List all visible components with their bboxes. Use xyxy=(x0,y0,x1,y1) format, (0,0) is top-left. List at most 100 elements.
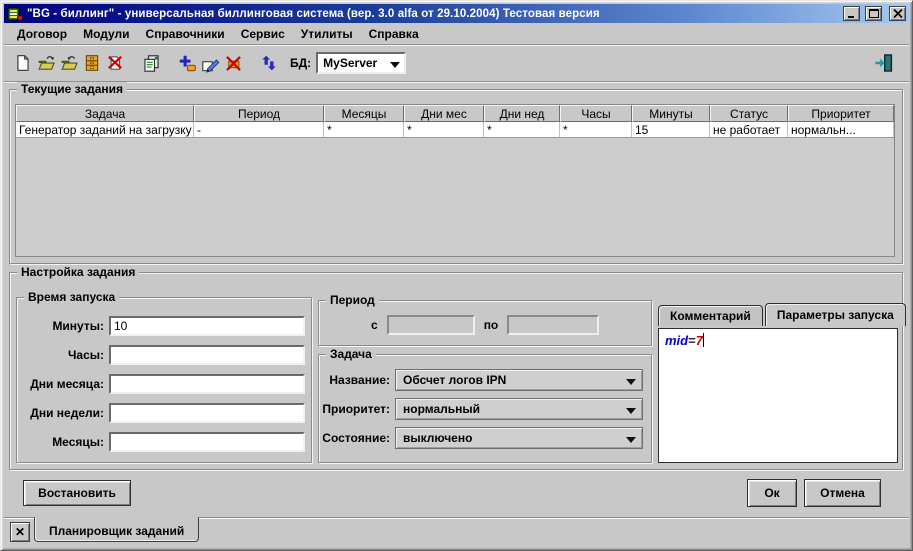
chevron-down-icon xyxy=(390,62,400,73)
column-header-minutes[interactable]: Минуты xyxy=(632,105,710,122)
open-folder-alt-button[interactable] xyxy=(58,52,80,74)
toolbar: БД: MyServer xyxy=(4,46,909,80)
task-state-combobox[interactable]: выключено xyxy=(395,427,643,449)
period-group: Период с по xyxy=(318,300,652,346)
months-field[interactable] xyxy=(109,432,305,452)
delete-item-icon xyxy=(224,54,243,73)
param-value: 7 xyxy=(696,333,703,348)
chevron-down-icon xyxy=(626,437,636,448)
tasks-panel-title: Текущие задания xyxy=(17,82,127,97)
menu-item-dogovor[interactable]: Договор xyxy=(9,24,75,44)
close-tab-icon: ✕ xyxy=(15,525,25,539)
copy-button[interactable] xyxy=(140,52,162,74)
app-icon xyxy=(7,6,23,22)
hours-label: Часы: xyxy=(17,348,109,362)
run-time-group: Время запуска Минуты: Часы: Дни месяца: … xyxy=(16,297,312,463)
task-group-title: Задача xyxy=(326,347,376,362)
db-server-value: MyServer xyxy=(323,56,377,70)
tab-comment[interactable]: Комментарий xyxy=(658,305,763,326)
column-header-weekdays[interactable]: Дни нед xyxy=(484,105,560,122)
menu-item-moduli[interactable]: Модули xyxy=(75,24,137,44)
title-bar[interactable]: "BG - биллинг" - универсальная биллингов… xyxy=(4,4,909,23)
menu-bar: Договор Модули Справочники Сервис Утилит… xyxy=(4,23,909,44)
cell-months: * xyxy=(324,122,404,137)
tab-scheduler[interactable]: Планировщик заданий xyxy=(34,517,199,542)
delete-item-button[interactable] xyxy=(222,52,244,74)
minimize-icon xyxy=(846,8,858,19)
restore-button[interactable]: Востановить xyxy=(23,480,131,506)
cell-weekdays: * xyxy=(484,122,560,137)
new-document-button[interactable] xyxy=(12,52,34,74)
column-header-status[interactable]: Статус xyxy=(710,105,788,122)
cell-monthdays: * xyxy=(404,122,484,137)
column-header-hours[interactable]: Часы xyxy=(560,105,632,122)
menu-item-servis[interactable]: Сервис xyxy=(233,24,293,44)
run-time-title: Время запуска xyxy=(24,290,119,305)
menu-item-spravka[interactable]: Справка xyxy=(361,24,427,44)
table-row[interactable]: Генератор заданий на загрузку л... - * *… xyxy=(16,122,894,138)
tasks-table: Задача Период Месяцы Дни мес Дни нед Час… xyxy=(15,104,895,257)
cell-status: не работает xyxy=(710,122,788,137)
task-priority-combobox[interactable]: нормальный xyxy=(395,398,643,420)
tab-launch-params[interactable]: Параметры запуска xyxy=(765,303,906,326)
copy-icon xyxy=(142,54,161,73)
cancel-button[interactable]: Отмена xyxy=(804,479,881,507)
column-header-priority[interactable]: Приоритет xyxy=(788,105,894,122)
task-priority-label: Приоритет: xyxy=(319,402,395,416)
edit-item-button[interactable] xyxy=(199,52,221,74)
menu-item-utility[interactable]: Утилиты xyxy=(293,24,361,44)
open-folder-button[interactable] xyxy=(35,52,57,74)
cell-hours: * xyxy=(560,122,632,137)
add-item-button[interactable] xyxy=(176,52,198,74)
cell-minutes: 15 xyxy=(632,122,710,137)
maximize-button[interactable] xyxy=(865,6,882,21)
maximize-icon xyxy=(868,8,880,19)
tasks-table-header: Задача Период Месяцы Дни мес Дни нед Час… xyxy=(16,105,894,122)
task-state-label: Состояние: xyxy=(319,431,395,445)
tasks-panel: Текущие задания Задача Период Месяцы Дни… xyxy=(9,89,903,264)
hours-field[interactable] xyxy=(109,345,305,365)
param-equals: = xyxy=(688,333,696,348)
week-days-field[interactable] xyxy=(109,403,305,423)
period-to-label: по xyxy=(484,318,499,332)
column-header-task[interactable]: Задача xyxy=(16,105,194,122)
archive-drawers-button[interactable] xyxy=(81,52,103,74)
close-tab-button[interactable]: ✕ xyxy=(10,522,30,542)
task-priority-value: нормальный xyxy=(403,402,480,416)
task-name-combobox[interactable]: Обсчет логов IPN xyxy=(395,369,643,391)
chevron-down-icon xyxy=(626,408,636,419)
months-label: Месяцы: xyxy=(17,435,109,449)
db-server-combobox[interactable]: MyServer xyxy=(316,52,406,74)
cell-task: Генератор заданий на загрузку л... xyxy=(16,122,194,137)
settings-panel-title: Настройка задания xyxy=(17,265,139,280)
month-days-label: Дни месяца: xyxy=(17,377,109,391)
minimize-button[interactable] xyxy=(843,6,860,21)
period-from-field[interactable] xyxy=(387,315,475,335)
exit-button[interactable] xyxy=(873,52,895,74)
launch-params-textarea[interactable]: mid=7 xyxy=(658,328,898,463)
bottom-tab-strip: ✕ Планировщик заданий xyxy=(4,517,909,547)
month-days-field[interactable] xyxy=(109,374,305,394)
task-name-value: Обсчет логов IPN xyxy=(403,373,506,387)
refresh-button[interactable] xyxy=(258,52,280,74)
chevron-down-icon xyxy=(626,379,636,390)
exit-icon xyxy=(874,53,894,73)
column-header-months[interactable]: Месяцы xyxy=(324,105,404,122)
ok-button[interactable]: Ок xyxy=(747,479,797,507)
open-folder-icon xyxy=(37,54,56,72)
close-button[interactable] xyxy=(889,6,906,21)
minutes-field[interactable] xyxy=(109,316,305,336)
edit-item-icon xyxy=(201,54,220,73)
period-to-field[interactable] xyxy=(507,315,599,335)
column-header-monthdays[interactable]: Дни мес xyxy=(404,105,484,122)
db-label: БД: xyxy=(290,56,311,70)
menu-item-spravochniki[interactable]: Справочники xyxy=(138,24,233,44)
app-window: "BG - биллинг" - универсальная биллингов… xyxy=(0,0,913,551)
delete-document-icon xyxy=(106,54,124,72)
column-header-period[interactable]: Период xyxy=(194,105,324,122)
tabs-row: Комментарий Параметры запуска xyxy=(658,303,900,326)
text-cursor xyxy=(703,333,704,347)
archive-drawers-icon xyxy=(83,54,101,72)
delete-document-button[interactable] xyxy=(104,52,126,74)
settings-panel: Настройка задания Время запуска Минуты: … xyxy=(9,272,903,470)
